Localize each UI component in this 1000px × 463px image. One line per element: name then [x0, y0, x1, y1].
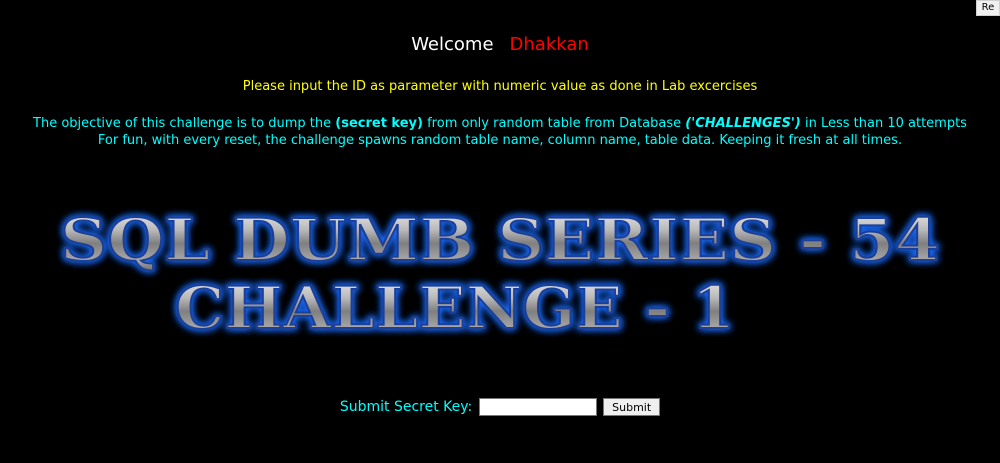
welcome-username: Dhakkan: [509, 34, 589, 55]
objective-part-3: in Less than 10 attempts: [800, 116, 967, 131]
submit-button[interactable]: Submit: [603, 398, 661, 416]
secret-key-input[interactable]: [478, 398, 597, 416]
objective-line-1: The objective of this challenge is to du…: [0, 115, 1000, 132]
welcome-heading: Welcome Dhakkan: [0, 33, 1000, 57]
secret-key-form: Submit Secret Key: Submit: [0, 398, 1000, 416]
objective-line-2: For fun, with every reset, the challenge…: [97, 133, 903, 148]
banner-line-2: CHALLENGE - 1: [175, 274, 735, 342]
database-name: ('CHALLENGES'): [685, 116, 801, 131]
challenge-banner-image: SQL DUMB SERIES - 54 CHALLENGE - 1: [59, 205, 941, 343]
welcome-text: Welcome: [411, 34, 494, 55]
objective-part-2: from only random table from Database: [422, 116, 686, 131]
secret-key-label-text: Submit Secret Key:: [339, 399, 473, 415]
banner-line-1: SQL DUMB SERIES - 54: [60, 206, 940, 274]
reset-link[interactable]: Re: [976, 0, 1000, 16]
objective-part-1: The objective of this challenge is to du…: [33, 116, 336, 131]
instruction-text: Please input the ID as parameter with nu…: [242, 79, 758, 94]
secret-key-label: (secret key): [335, 116, 423, 131]
objective-block: The objective of this challenge is to du…: [0, 115, 1000, 149]
